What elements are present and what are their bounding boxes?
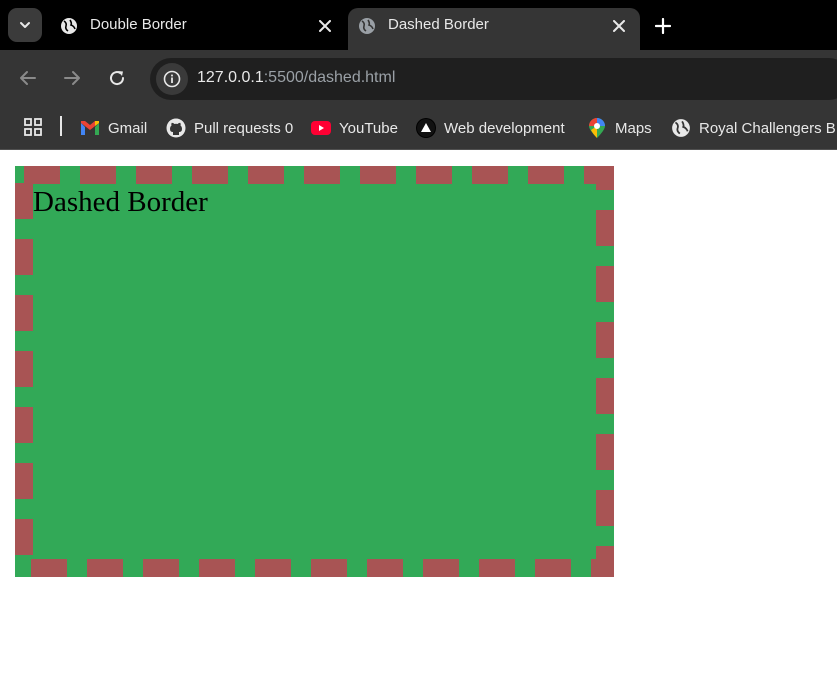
bookmarks-bar: Gmail Pull requests 0 YouTube Web develo…: [0, 106, 837, 150]
bookmark-label: YouTube: [339, 119, 398, 137]
reload-icon: [110, 71, 125, 86]
maps-pin-icon: [587, 118, 607, 138]
toolbar: 127.0.0.1:5500/dashed.html: [0, 50, 837, 106]
bookmark-web-development[interactable]: Web development: [416, 114, 565, 142]
globe-icon: [61, 18, 77, 34]
tab-search-button[interactable]: [8, 8, 42, 42]
tab-double-border[interactable]: Double Border: [50, 8, 346, 50]
github-icon: [166, 118, 186, 138]
plus-icon: [655, 18, 671, 34]
site-info-button[interactable]: [156, 63, 188, 95]
bookmark-label: Web development: [444, 119, 565, 137]
bookmark-maps[interactable]: Maps: [587, 114, 652, 142]
bookmark-label: Royal Challengers B...: [699, 119, 837, 137]
bookmark-gmail[interactable]: Gmail: [80, 114, 147, 142]
dashed-border-box: Dashed Border: [15, 166, 614, 577]
address-bar[interactable]: 127.0.0.1:5500/dashed.html: [150, 58, 837, 100]
new-tab-button[interactable]: [650, 13, 676, 39]
forward-button[interactable]: [58, 64, 86, 92]
url-host: 127.0.0.1: [197, 69, 264, 86]
globe-icon: [359, 18, 375, 34]
globe-icon: [671, 118, 691, 138]
back-button[interactable]: [14, 64, 42, 92]
dashed-border: [15, 166, 614, 577]
arrow-right-icon: [64, 71, 80, 85]
bookmark-label: Maps: [615, 119, 652, 137]
bookmark-youtube[interactable]: YouTube: [311, 114, 398, 142]
tab-strip: Double Border Dashed Border: [0, 0, 837, 50]
tab-title: Double Border: [90, 16, 187, 33]
youtube-icon: [311, 118, 331, 138]
page-heading: Dashed Border: [33, 186, 208, 218]
apps-button[interactable]: [20, 114, 46, 140]
url-text: 127.0.0.1:5500/dashed.html: [197, 69, 395, 87]
gmail-icon: [80, 118, 100, 138]
bookmark-label: Pull requests 0: [194, 119, 294, 137]
info-icon: [163, 70, 181, 88]
bookmark-royal-challengers[interactable]: Royal Challengers B...: [671, 114, 837, 142]
bookmark-pull-requests[interactable]: Pull requests 0: [166, 114, 293, 142]
bookmark-label: Gmail: [108, 119, 148, 137]
close-icon[interactable]: [608, 15, 630, 37]
bookmarks-divider: [60, 116, 62, 136]
tab-dashed-border[interactable]: Dashed Border: [348, 8, 640, 50]
arrow-left-icon: [20, 71, 36, 85]
close-icon[interactable]: [314, 15, 336, 37]
reload-button[interactable]: [103, 64, 131, 92]
apps-grid-icon: [24, 118, 42, 136]
chevron-down-icon: [20, 22, 30, 28]
tab-title: Dashed Border: [388, 16, 489, 33]
page-content: Dashed Border: [0, 151, 837, 680]
url-path: :5500/dashed.html: [263, 69, 396, 86]
triangle-icon: [416, 118, 436, 138]
